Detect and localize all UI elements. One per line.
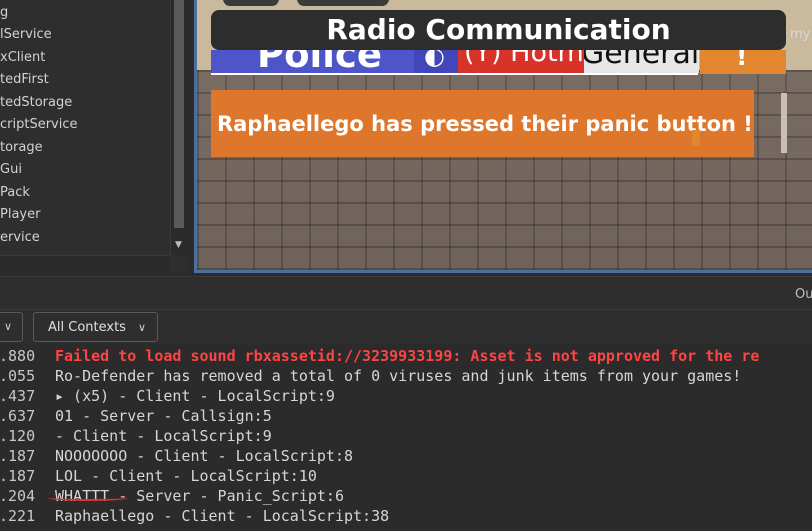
chevron-down-icon: ∨ bbox=[138, 321, 147, 334]
log-timestamp: .637 bbox=[0, 407, 36, 425]
tab-police[interactable]: Police bbox=[211, 50, 414, 73]
scrollbar-thumb[interactable] bbox=[174, 0, 184, 228]
topbar-button[interactable] bbox=[297, 0, 389, 6]
log-message: - Client - LocalScript:9 bbox=[55, 427, 272, 445]
context-dropdown-label: All Contexts bbox=[48, 320, 126, 335]
explorer-item[interactable]: tedFirst bbox=[0, 69, 49, 91]
log-message: ▸ (x5) - Client - LocalScript:9 bbox=[55, 387, 335, 405]
explorer-item[interactable]: torage bbox=[0, 137, 43, 159]
tab-general[interactable]: General bbox=[584, 50, 699, 73]
log-message: Raphaellego - Client - LocalScript:38 bbox=[55, 507, 390, 525]
tab-underline bbox=[211, 73, 698, 75]
log-timestamp: .120 bbox=[0, 427, 36, 445]
panic-banner: Raphaellego has pressed their panic butt… bbox=[211, 90, 754, 157]
message-type-dropdown[interactable]: ∨ bbox=[0, 312, 23, 342]
explorer-item[interactable]: lService bbox=[0, 24, 52, 46]
game-viewport[interactable]: my Police ◐ (Y) Hotmic General ! Radio C… bbox=[194, 0, 812, 273]
log-message: Ro-Defender has removed a total of 0 vir… bbox=[55, 367, 742, 385]
background-pole bbox=[781, 93, 787, 153]
explorer-item[interactable]: criptService bbox=[0, 114, 78, 136]
tab-alert[interactable]: ! bbox=[700, 42, 786, 74]
output-log[interactable]: .880 Failed to load sound rbxassetid://3… bbox=[0, 345, 812, 531]
panic-message: Raphaellego has pressed their panic butt… bbox=[217, 112, 753, 136]
red-annotation-underline bbox=[48, 495, 128, 501]
tab-general-label: General bbox=[584, 50, 699, 71]
log-message: LOL - Client - LocalScript:10 bbox=[55, 467, 317, 485]
background-text: my bbox=[790, 27, 811, 42]
log-message: 01 - Server - Callsign:5 bbox=[55, 407, 272, 425]
radio-title: Radio Communication bbox=[211, 10, 786, 50]
scroll-down-icon[interactable]: ▼ bbox=[175, 240, 182, 250]
tab-hotmic-label: (Y) Hotmic bbox=[464, 50, 584, 68]
output-header: Ou bbox=[0, 276, 812, 310]
explorer-item[interactable]: ervice bbox=[0, 227, 40, 249]
output-header-label: Ou bbox=[795, 287, 812, 302]
log-message: Failed to load sound rbxassetid://323993… bbox=[55, 347, 760, 365]
explorer-horizontal-scrollbar[interactable]: ▶ bbox=[0, 255, 170, 273]
log-message: NOOOOOOO - Client - LocalScript:8 bbox=[55, 447, 354, 465]
log-timestamp: .437 bbox=[0, 387, 36, 405]
log-timestamp: .204 bbox=[0, 487, 36, 505]
explorer-item[interactable]: xClient bbox=[0, 47, 45, 69]
explorer-item[interactable]: tedStorage bbox=[0, 92, 72, 114]
log-timestamp: .221 bbox=[0, 507, 36, 525]
log-timestamp: .880 bbox=[0, 347, 36, 365]
tab-police-label: Police bbox=[257, 50, 382, 73]
explorer-item[interactable]: Pack bbox=[0, 182, 30, 204]
explorer-item[interactable]: Gui bbox=[0, 159, 22, 181]
log-timestamp: .055 bbox=[0, 367, 36, 385]
chevron-down-icon: ∨ bbox=[4, 320, 13, 333]
explorer-panel: g lService xClient tedFirst tedStorage c… bbox=[0, 0, 187, 273]
log-timestamp: .187 bbox=[0, 447, 36, 465]
context-dropdown[interactable]: All Contexts ∨ bbox=[33, 312, 158, 342]
explorer-vertical-scrollbar[interactable]: ▼ bbox=[170, 0, 187, 255]
side-marker bbox=[692, 130, 700, 146]
log-timestamp: .187 bbox=[0, 467, 36, 485]
output-filter-bar: ∨ All Contexts ∨ bbox=[0, 310, 812, 344]
explorer-item[interactable]: g bbox=[0, 2, 8, 24]
tab-icon-button[interactable]: ◐ bbox=[414, 42, 458, 73]
tab-hotmic[interactable]: (Y) Hotmic bbox=[458, 50, 584, 73]
explorer-item[interactable]: Player bbox=[0, 204, 40, 226]
topbar-button[interactable] bbox=[223, 0, 279, 6]
